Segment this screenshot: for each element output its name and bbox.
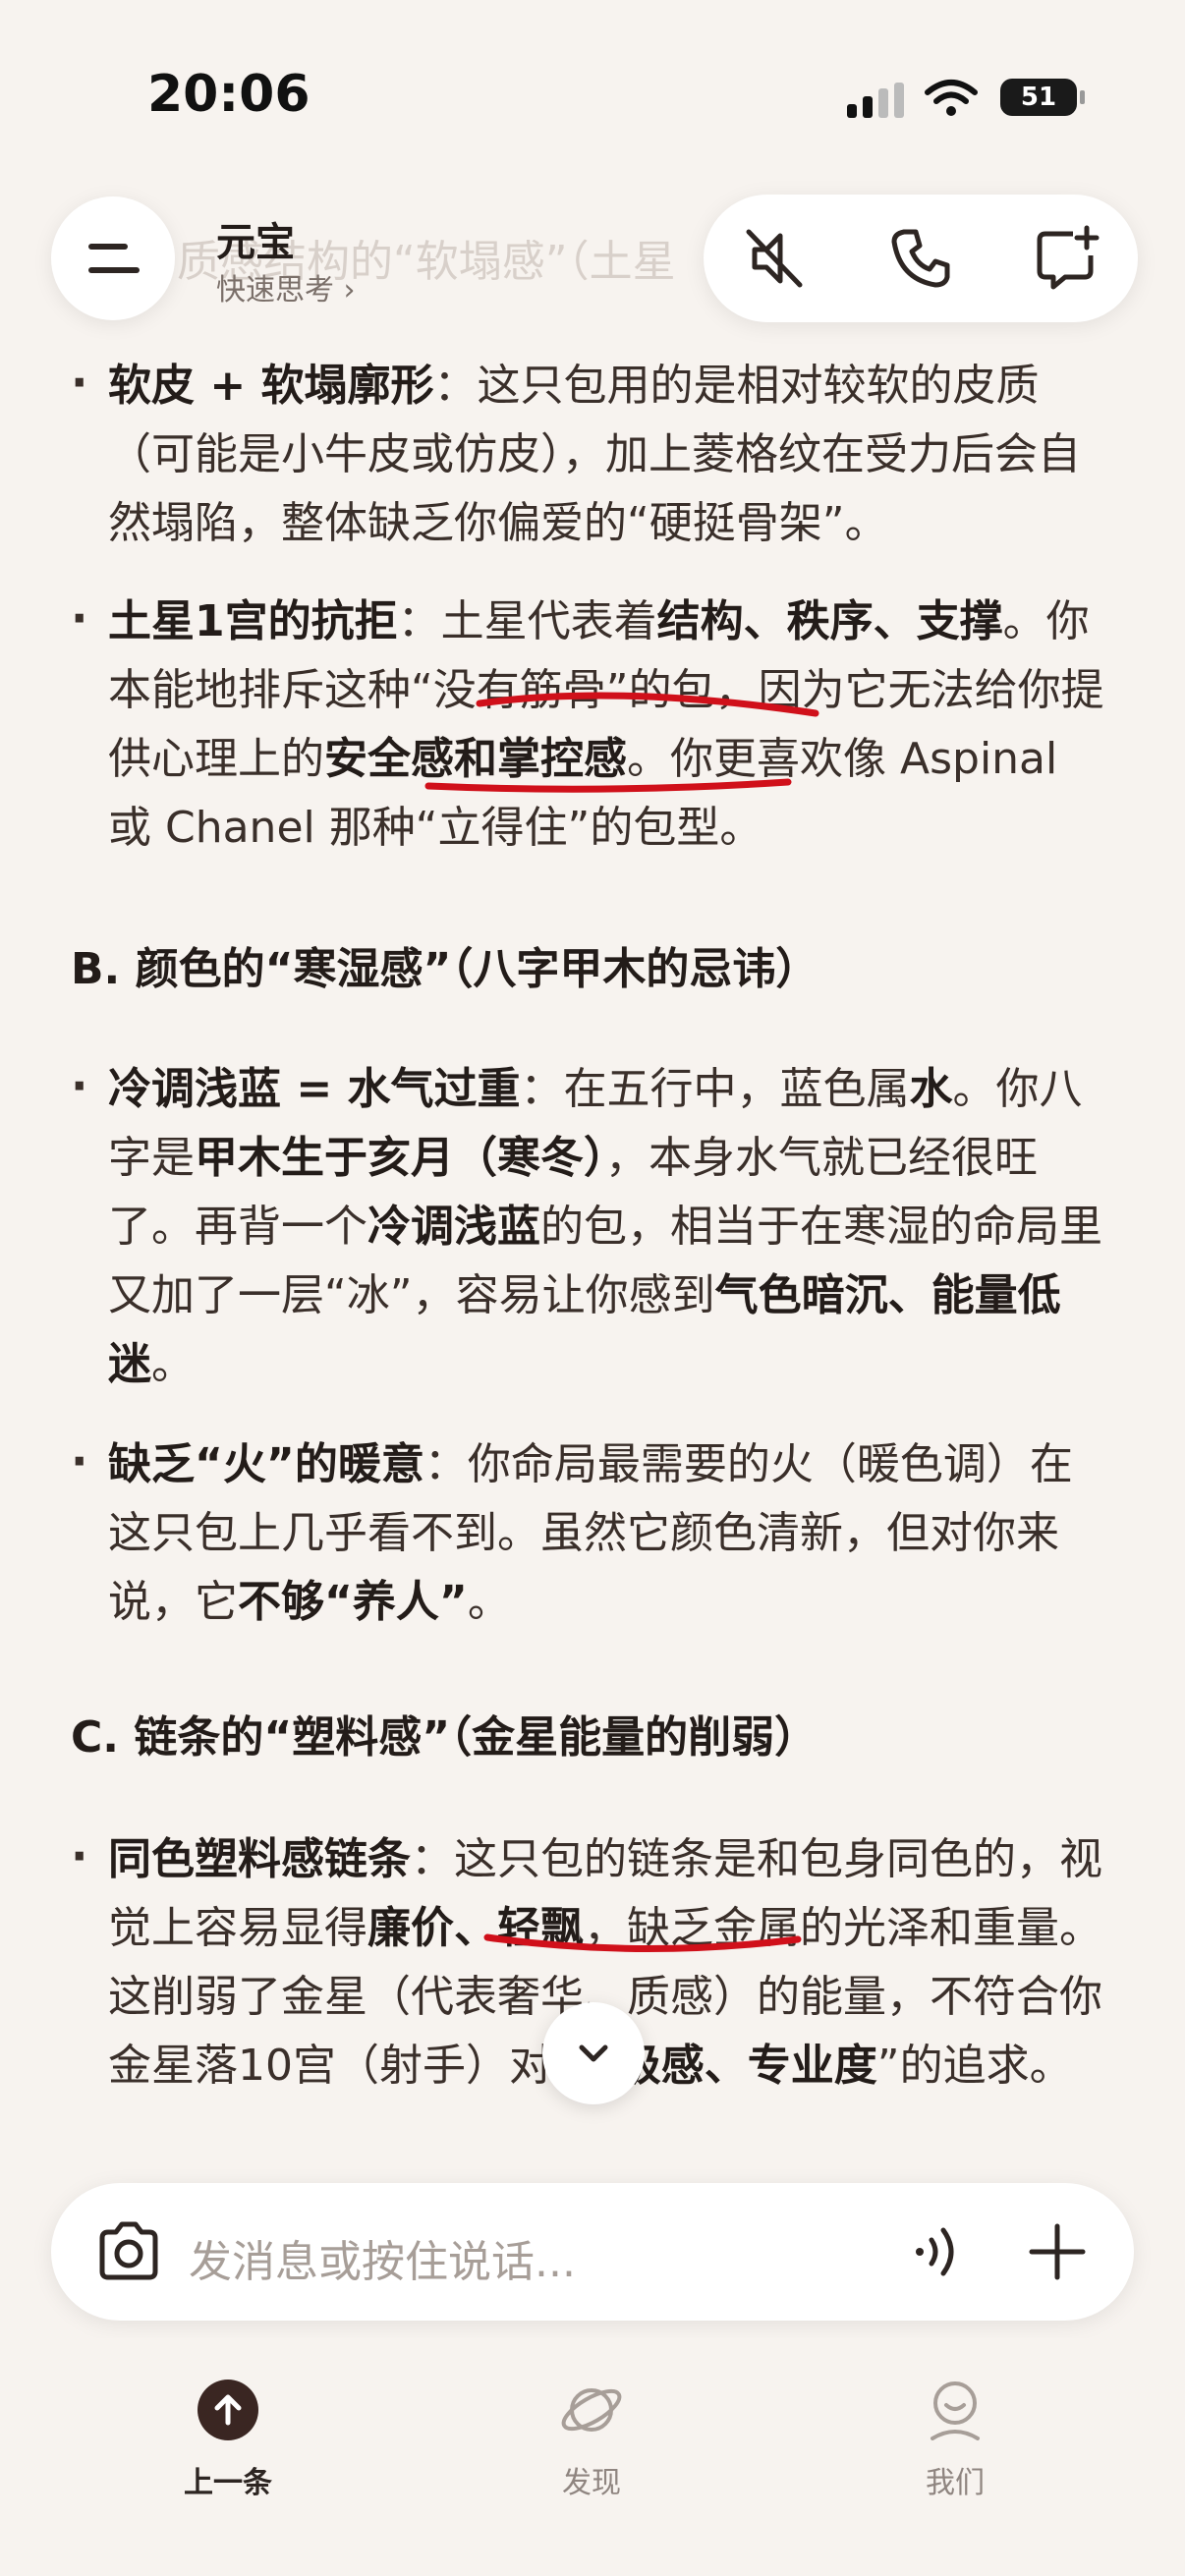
red-underline	[424, 778, 792, 793]
status-time: 20:06	[147, 65, 310, 124]
tab-label: 发现	[562, 2466, 621, 2500]
person-icon	[931, 2381, 980, 2440]
menu-icon	[88, 244, 128, 250]
tab-discover[interactable]: 发现	[493, 2378, 690, 2501]
phone-icon[interactable]	[886, 224, 955, 293]
arrow-up-circle-icon	[198, 2380, 258, 2440]
message-input[interactable]: 发消息或按住说话...	[189, 2226, 576, 2289]
red-underline	[483, 1933, 802, 1952]
bottom-tab-bar: 上一条 发现 我们	[0, 2338, 1185, 2576]
bullet: ·	[71, 591, 88, 644]
tab-previous[interactable]: 上一条	[130, 2378, 326, 2501]
app-title[interactable]: 元宝	[216, 210, 295, 267]
message-input-bar: 发消息或按住说话...	[51, 2183, 1134, 2321]
new-chat-icon[interactable]	[1032, 224, 1100, 293]
wifi-icon	[925, 80, 978, 116]
bullet: ·	[71, 1434, 88, 1487]
chevron-down-icon	[579, 2044, 608, 2062]
section-heading-b: B. 颜色的“寒湿感”（八字甲木的忌讳）	[71, 944, 819, 994]
scroll-to-bottom-button[interactable]	[542, 2002, 645, 2104]
camera-icon[interactable]	[96, 2220, 161, 2283]
tab-label: 我们	[926, 2466, 985, 2500]
paragraph-saturn-first-house: 土星1宫的抗拒：土星代表着结构、秩序、支撑。你本能地排斥这种“没有筋骨”的包，因…	[108, 596, 1104, 853]
section-heading-c: C. 链条的“塑料感”（金星能量的削弱）	[71, 1712, 818, 1763]
tab-label: 上一条	[184, 2466, 272, 2500]
cellular-signal-icon	[847, 83, 906, 118]
voice-wave-icon[interactable]	[906, 2222, 965, 2281]
paragraph-lack-fire: 缺乏“火”的暖意：你命局最需要的火（暖色调）在这只包上几乎看不到。虽然它颜色清新…	[108, 1439, 1073, 1627]
bullet: ·	[71, 1059, 88, 1112]
menu-button[interactable]	[51, 196, 175, 320]
planet-icon	[561, 2388, 622, 2432]
bullet: ·	[71, 356, 88, 409]
tab-us[interactable]: 我们	[857, 2378, 1053, 2501]
paragraph-soft-leather: 软皮 + 软塌廓形：这只包用的是相对较软的皮质（可能是小牛皮或仿皮），加上菱格纹…	[108, 361, 1081, 548]
bullet: ·	[71, 1829, 88, 1882]
mute-speaker-icon[interactable]	[741, 224, 810, 293]
battery-indicator: 51	[1000, 79, 1085, 116]
red-underline	[476, 692, 819, 717]
paragraph-cold-blue: 冷调浅蓝 = 水气过重：在五行中，蓝色属水。你八字是甲木生于亥月（寒冬），本身水…	[108, 1064, 1102, 1389]
header-actions	[704, 195, 1138, 322]
plus-icon[interactable]	[1028, 2222, 1087, 2281]
mode-selector[interactable]: 快速思考 ›	[216, 265, 356, 308]
